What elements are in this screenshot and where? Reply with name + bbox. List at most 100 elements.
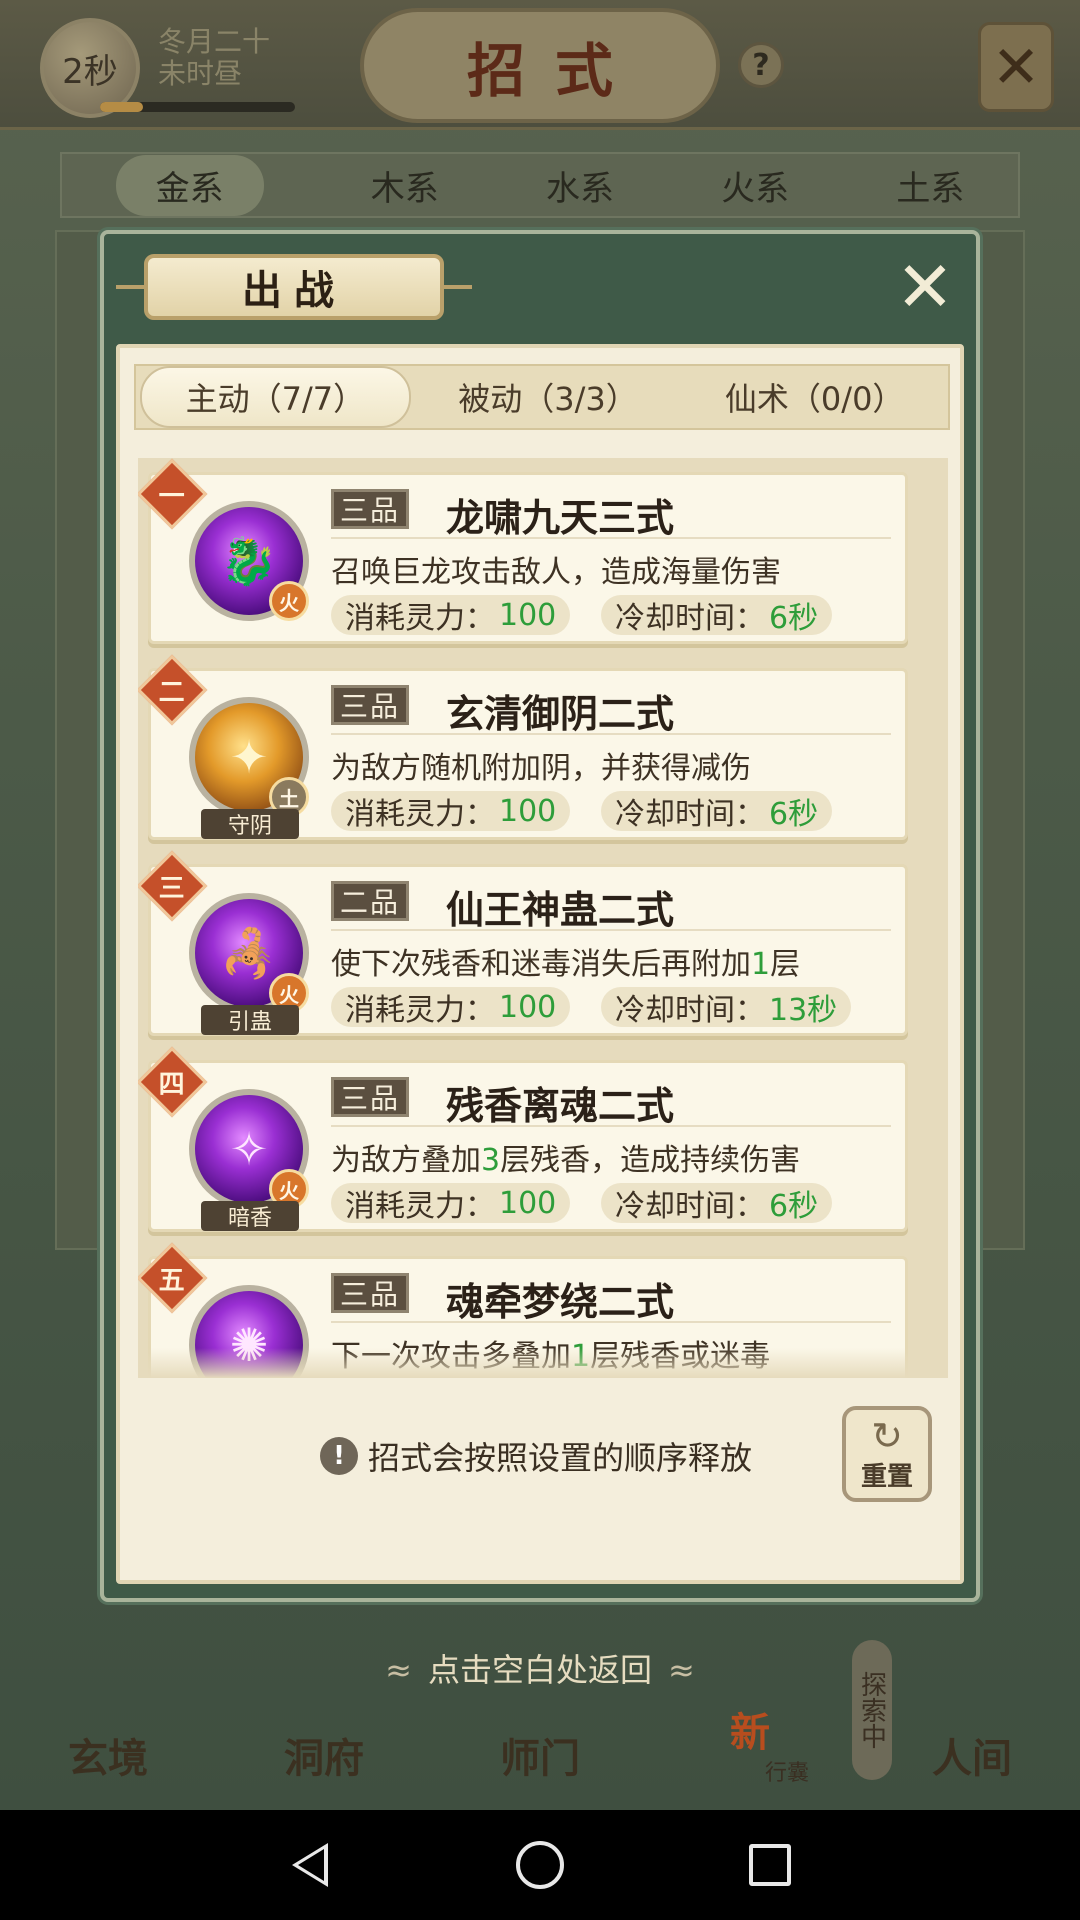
order-text: 五 (158, 1265, 186, 1296)
desc-number: 3 (481, 1143, 501, 1178)
hint-deco-right: ≈ (668, 1651, 695, 1689)
cooldown-label: 冷却时间： (615, 601, 765, 636)
home-button[interactable] (510, 1835, 570, 1895)
grade-label: 三品 (331, 1077, 410, 1117)
grade-label: 三品 (331, 685, 410, 725)
skill-name: 龙啸九天三式 (446, 496, 675, 540)
reset-button[interactable]: ↻ 重置 (842, 1406, 932, 1502)
order-badge: 三 (138, 850, 208, 922)
nav-xuanjing[interactable]: 玄境 (33, 1726, 183, 1784)
grade-label: 三品 (331, 489, 410, 529)
dialog-title-plate: 出战 (116, 254, 472, 320)
grade-label: 三品 (331, 1273, 410, 1313)
desc-number: 1 (751, 947, 771, 982)
nav-shimen[interactable]: 师门 (465, 1726, 615, 1784)
order-text: 三 (158, 873, 186, 904)
desc-text: 使下次残香和迷毒消失后再附加 (331, 947, 751, 982)
cost-value: 100 (499, 989, 557, 1025)
skill-list[interactable]: 一 🐉 火 三品 龙啸九天三式 召唤巨龙攻击敌人，造成海量伤害 消耗灵力： 100… (138, 458, 948, 1378)
game-date: 冬月二十 未时昼 (158, 26, 270, 90)
cooldown-stat: 冷却时间： 6秒 (601, 595, 833, 636)
cost-stat: 消耗灵力： 100 (331, 595, 571, 636)
divider (331, 1125, 891, 1127)
tab-water[interactable]: 水系 (546, 161, 614, 210)
plate-deco-right (442, 285, 472, 289)
order-hint: ! 招式会按照设置的顺序释放 (320, 1433, 752, 1479)
cooldown-stat: 冷却时间： 6秒 (601, 791, 833, 832)
skill-tag: 引蛊 (201, 1005, 299, 1035)
cost-value: 100 (499, 1185, 557, 1221)
cost-stat: 消耗灵力： 100 (331, 1183, 571, 1224)
cost-stat: 消耗灵力： 100 (331, 791, 571, 832)
plate-deco-left (116, 285, 146, 289)
cooldown-value: 13秒 (769, 993, 838, 1028)
skill-desc: 为敌方随机附加阴，并获得减伤 (331, 751, 751, 786)
skill-card[interactable]: 一 🐉 火 三品 龙啸九天三式 召唤巨龙攻击敌人，造成海量伤害 消耗灵力： 100… (138, 458, 908, 644)
skill-desc: 为敌方叠加3层残香，造成持续伤害 (331, 1135, 800, 1179)
skill-card[interactable]: 四 ✧ 火 暗香 三品 残香离魂二式 为敌方叠加3层残香，造成持续伤害 消耗灵力… (138, 1046, 908, 1232)
cost-label: 消耗灵力： (345, 1189, 495, 1224)
time-progress-fill (100, 102, 143, 112)
list-fade (138, 1348, 948, 1378)
dialog-close-button[interactable]: ✕ (894, 252, 956, 322)
divider (331, 537, 891, 539)
tab-passive-skills[interactable]: 被动（3/3） (415, 366, 682, 428)
skill-tag: 守阴 (201, 809, 299, 839)
skill-name: 残香离魂二式 (446, 1084, 675, 1128)
close-icon: ✕ (991, 33, 1041, 101)
exclamation-icon: ! (320, 1437, 358, 1475)
tab-fire[interactable]: 火系 (721, 161, 789, 210)
cooldown-stat: 冷却时间： 13秒 (601, 987, 852, 1028)
nav-renjian[interactable]: 人间 (897, 1726, 1047, 1784)
nav-dongfu[interactable]: 洞府 (249, 1726, 399, 1784)
cost-label: 消耗灵力： (345, 601, 495, 636)
cost-value: 100 (499, 793, 557, 829)
skill-desc: 使下次残香和迷毒消失后再附加1层 (331, 939, 800, 983)
hint-deco-left: ≈ (385, 1651, 412, 1689)
order-text: 二 (158, 677, 186, 708)
element-badge: 火 (269, 581, 309, 621)
skill-tag: 暗香 (201, 1201, 299, 1231)
tab-wood[interactable]: 木系 (371, 161, 439, 210)
cost-stat: 消耗灵力： 100 (331, 987, 571, 1028)
help-icon: ? (752, 47, 770, 83)
skill-card[interactable]: 三 🦂 火 引蛊 二品 仙王神蛊二式 使下次残香和迷毒消失后再附加1层 消耗灵力… (138, 850, 908, 1036)
skill-name: 仙王神蛊二式 (446, 888, 675, 932)
tap-blank-hint: ≈ 点击空白处返回 ≈ (0, 1645, 1080, 1691)
tab-metal[interactable]: 金系 (115, 154, 264, 216)
tap-hint-text: 点击空白处返回 (427, 1651, 652, 1689)
bottom-nav: 玄境 洞府 师门 人间 (0, 1700, 1080, 1810)
help-button[interactable]: ? (738, 42, 784, 88)
tab-immortal-arts[interactable]: 仙术（0/0） (681, 366, 948, 428)
order-text: 四 (158, 1069, 186, 1100)
skill-card[interactable]: 二 ✦ 土 守阴 三品 玄清御阴二式 为敌方随机附加阴，并获得减伤 消耗灵力： 1… (138, 654, 908, 840)
cooldown-label: 冷却时间： (615, 993, 765, 1028)
desc-text: 层 (770, 947, 801, 982)
grade-label: 二品 (331, 881, 410, 921)
cost-label: 消耗灵力： (345, 993, 495, 1028)
new-badge: 新 (730, 1709, 770, 1756)
exploring-tag: 探索中 (852, 1640, 892, 1780)
skill-name: 玄清御阴二式 (446, 692, 675, 736)
close-page-button[interactable]: ✕ (978, 22, 1054, 112)
cooldown-stat: 冷却时间： 6秒 (601, 1183, 833, 1224)
element-tabs: 金系 木系 水系 火系 土系 (60, 152, 1020, 218)
tab-earth[interactable]: 土系 (896, 161, 964, 210)
time-progress (100, 102, 295, 112)
recents-button[interactable] (740, 1835, 800, 1895)
divider (331, 929, 891, 931)
close-icon: ✕ (895, 246, 955, 328)
cost-value: 100 (499, 597, 557, 633)
page-title: 招式 (466, 36, 643, 105)
divider (331, 733, 891, 735)
order-text: 一 (158, 481, 186, 512)
desc-text: 层残香，造成持续伤害 (500, 1143, 801, 1178)
order-badge: 四 (138, 1046, 208, 1118)
order-badge: 二 (138, 654, 208, 726)
back-button[interactable] (280, 1835, 340, 1895)
battle-skill-dialog: 出战 ✕ 主动（7/7） 被动（3/3） 仙术（0/0） 一 🐉 火 三品 龙啸… (100, 230, 980, 1602)
recents-square-icon (749, 1844, 791, 1886)
system-nav-bar (0, 1810, 1080, 1920)
refresh-icon: ↻ (871, 1413, 903, 1458)
tab-active-skills[interactable]: 主动（7/7） (140, 366, 411, 428)
